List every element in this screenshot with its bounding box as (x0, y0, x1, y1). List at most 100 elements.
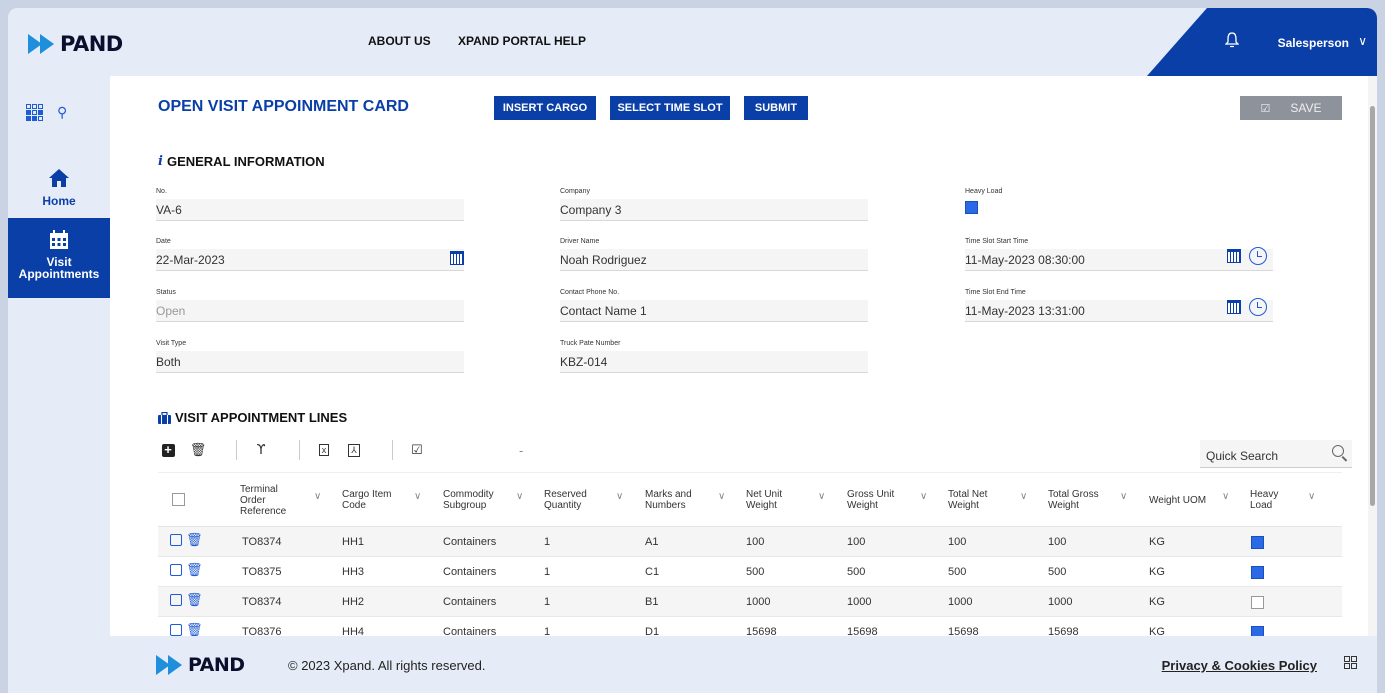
field-date: Date 22-Mar-2023 (156, 238, 464, 271)
chevron-down-icon[interactable]: ∨ (1020, 491, 1027, 502)
driver-name-input[interactable]: Noah Rodriguez (560, 249, 868, 271)
calendar-icon[interactable] (450, 251, 464, 265)
chevron-down-icon[interactable]: ∨ (516, 491, 523, 502)
field-visit-type: Visit Type Both (156, 340, 464, 373)
insert-cargo-button[interactable]: INSERT CARGO (494, 96, 596, 120)
trash-icon[interactable]: 🗑 (186, 533, 203, 546)
sidebar-item-visit-appointments[interactable]: Visit Appointments (8, 218, 110, 298)
col-header-weight-uom[interactable]: Weight UOM (1149, 473, 1206, 527)
select-time-slot-button[interactable]: SELECT TIME SLOT (610, 96, 730, 120)
cell-qty: 1 (544, 596, 551, 608)
chevron-down-icon[interactable]: ∨ (920, 491, 927, 502)
truck-plate-input[interactable]: KBZ-014 (560, 351, 868, 373)
qr-icon[interactable] (1344, 656, 1357, 669)
row-checkbox[interactable] (170, 624, 182, 636)
chevron-down-icon[interactable]: ∨ (414, 491, 421, 502)
row-checkbox[interactable] (170, 594, 182, 606)
col-header-gross-unit[interactable]: Gross Unit Weight (847, 473, 894, 527)
cell-code: HH2 (342, 596, 365, 608)
nav-about-us[interactable]: ABOUT US (368, 34, 431, 48)
contact-phone-input[interactable]: Contact Name 1 (560, 300, 868, 322)
visit-type-select[interactable]: Both (156, 351, 464, 373)
logo-text: PAND (188, 654, 245, 676)
excel-icon: x (318, 444, 330, 456)
select-all-button[interactable]: ☑ (409, 442, 425, 458)
pin-icon[interactable]: ⚲ (57, 104, 67, 121)
cell-marks: B1 (645, 596, 659, 608)
select-all-checkbox[interactable] (172, 493, 185, 506)
col-header-reserved-qty[interactable]: Reserved Quantity (544, 473, 587, 527)
chevron-down-icon[interactable]: ∨ (818, 491, 825, 502)
table-row[interactable]: 🗑 TO8374 HH2 Containers 1 B1 1000 1000 1… (158, 587, 1342, 617)
table-row[interactable]: 🗑 TO8374 HH1 Containers 1 A1 100 100 100… (158, 527, 1342, 557)
search-icon[interactable] (1332, 445, 1344, 457)
cell-subgroup: Containers (443, 596, 497, 608)
trash-icon[interactable]: 🗑 (186, 593, 203, 606)
field-label: No. (156, 188, 167, 195)
chevron-down-icon[interactable]: ∨ (1120, 491, 1127, 502)
company-input[interactable]: Company 3 (560, 199, 868, 221)
heavy-load-checkbox[interactable] (965, 201, 978, 214)
heavy-load-checkbox[interactable] (1251, 596, 1264, 609)
nav-portal-help[interactable]: XPAND PORTAL HELP (458, 34, 586, 48)
col-header-total-gross[interactable]: Total Gross Weight (1048, 473, 1099, 527)
date-input[interactable]: 22-Mar-2023 (156, 249, 464, 271)
submit-button[interactable]: SUBMIT (744, 96, 808, 120)
clear-filter-button[interactable]: ϒ (253, 443, 269, 458)
clock-icon[interactable] (1249, 298, 1267, 316)
heavy-load-checkbox[interactable] (1251, 536, 1264, 549)
row-checkbox[interactable] (170, 534, 182, 546)
trash-icon[interactable]: 🗑 (186, 623, 203, 636)
chevron-down-icon[interactable]: ∨ (616, 491, 623, 502)
grid-header: Terminal Order Reference ∨ Cargo Item Code … (158, 473, 1342, 527)
cell-total-gross: 100 (1048, 536, 1067, 548)
field-label: Heavy Load (965, 188, 1003, 195)
delete-line-button[interactable]: 🗑 (190, 442, 207, 458)
heavy-load-checkbox[interactable] (1251, 566, 1264, 579)
user-menu[interactable]: Salesperson ∨ (1147, 8, 1377, 76)
field-status: Status Open (156, 289, 464, 322)
export-excel-button[interactable]: x (316, 444, 332, 456)
calendar-icon[interactable] (1227, 300, 1241, 314)
save-button[interactable]: ☑ SAVE (1240, 96, 1342, 120)
main-scrollbar[interactable] (1368, 76, 1377, 636)
add-line-button[interactable]: + (160, 443, 176, 457)
xpand-logo[interactable]: PAND (28, 32, 123, 56)
calendar-icon (50, 230, 68, 249)
cell-marks: A1 (645, 536, 659, 548)
bell-icon[interactable] (1225, 32, 1239, 48)
export-pdf-button[interactable]: ⅄ (346, 443, 362, 457)
calendar-icon[interactable] (1227, 249, 1241, 263)
field-label: Truck Pate Number (560, 340, 621, 347)
col-header-heavy-load[interactable]: Heavy Load (1250, 473, 1278, 527)
cell-total-gross: 500 (1048, 566, 1067, 578)
quick-search-input[interactable]: Quick Search (1200, 440, 1352, 468)
sidebar-item-home[interactable]: Home (8, 164, 110, 214)
col-header-net-unit[interactable]: Net Unit Weight (746, 473, 782, 527)
briefcase-icon (158, 411, 171, 424)
chevron-down-icon[interactable]: ∨ (718, 491, 725, 502)
apps-grid-icon[interactable] (26, 104, 43, 121)
row-checkbox[interactable] (170, 564, 182, 576)
field-heavy-load: Heavy Load (965, 188, 1273, 219)
clear-filter-icon: ϒ (256, 442, 266, 458)
chevron-down-icon[interactable]: ∨ (1222, 491, 1229, 502)
trash-icon[interactable]: 🗑 (186, 563, 203, 576)
col-header-marks[interactable]: Marks and Numbers (645, 473, 692, 527)
page-title: OPEN VISIT APPOINMENT CARD (158, 98, 409, 115)
col-header-total-net[interactable]: Total Net Weight (948, 473, 987, 527)
no-input[interactable]: VA-6 (156, 199, 464, 221)
clock-icon[interactable] (1249, 247, 1267, 265)
cell-subgroup: Containers (443, 536, 497, 548)
col-header-commodity[interactable]: Commodity Subgroup (443, 473, 494, 527)
chevron-down-icon[interactable]: ∨ (1358, 34, 1367, 48)
sidebar: ⚲ Home Visit Appointments (8, 76, 110, 693)
table-row[interactable]: 🗑 TO8375 HH3 Containers 1 C1 500 500 500… (158, 557, 1342, 587)
chevron-down-icon[interactable]: ∨ (1308, 491, 1315, 502)
chevron-down-icon[interactable]: ∨ (314, 491, 321, 502)
user-role: Salesperson (1277, 36, 1349, 50)
cell-net: 1000 (746, 596, 771, 608)
col-header-terminal-order[interactable]: Terminal Order Reference (240, 473, 286, 527)
col-header-cargo-code[interactable]: Cargo Item Code (342, 473, 391, 527)
privacy-policy-link[interactable]: Privacy & Cookies Policy (1162, 658, 1317, 673)
